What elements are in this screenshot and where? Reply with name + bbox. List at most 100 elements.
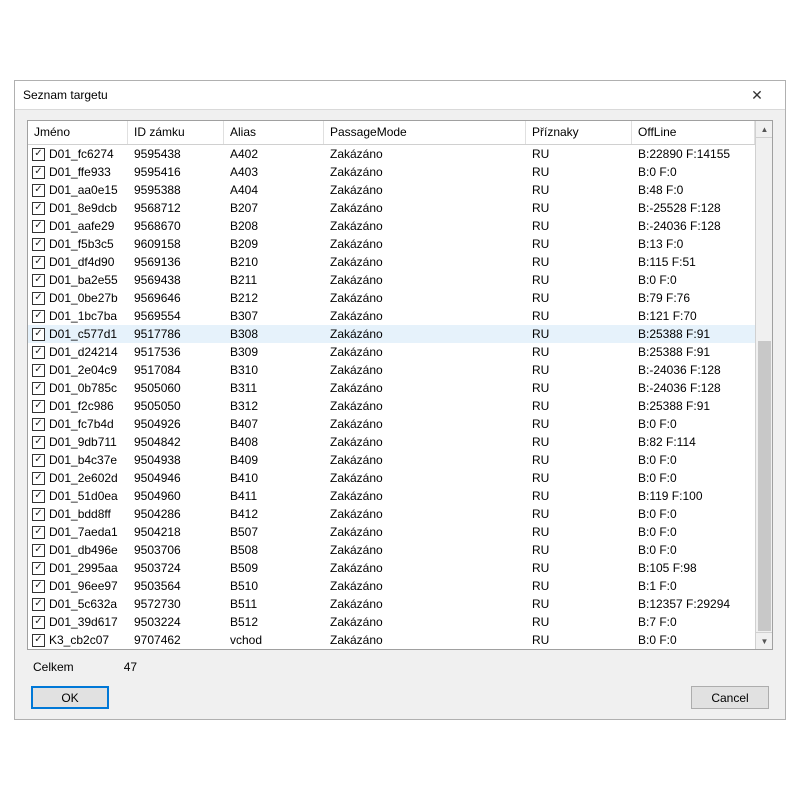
table-row[interactable]: D01_d242149517536B309ZakázánoRUB:25388 F… [28, 343, 755, 361]
row-checkbox[interactable] [32, 274, 45, 287]
table-row[interactable]: D01_51d0ea9504960B411ZakázánoRUB:119 F:1… [28, 487, 755, 505]
row-checkbox[interactable] [32, 202, 45, 215]
col-header-flags[interactable]: Příznaky [526, 121, 632, 144]
vertical-scrollbar[interactable]: ▲ ▼ [755, 121, 772, 649]
table-row[interactable]: D01_b4c37e9504938B409ZakázánoRUB:0 F:0 [28, 451, 755, 469]
col-header-offline[interactable]: OffLine [632, 121, 755, 144]
col-header-passage[interactable]: PassageMode [324, 121, 526, 144]
col-header-alias[interactable]: Alias [224, 121, 324, 144]
row-checkbox[interactable] [32, 580, 45, 593]
row-checkbox[interactable] [32, 166, 45, 179]
row-checkbox[interactable] [32, 148, 45, 161]
ok-button[interactable]: OK [31, 686, 109, 709]
col-header-lockid[interactable]: ID zámku [128, 121, 224, 144]
cell-name: D01_2e04c9 [28, 361, 128, 379]
cell-name: D01_b4c37e [28, 451, 128, 469]
cell-offline: B:22890 F:14155 [632, 145, 755, 163]
table-row[interactable]: D01_aa0e159595388A404ZakázánoRUB:48 F:0 [28, 181, 755, 199]
table-row[interactable]: D01_7aeda19504218B507ZakázánoRUB:0 F:0 [28, 523, 755, 541]
row-checkbox[interactable] [32, 382, 45, 395]
table-row[interactable]: D01_2995aa9503724B509ZakázánoRUB:105 F:9… [28, 559, 755, 577]
cell-alias: B508 [224, 541, 324, 559]
cell-offline: B:25388 F:91 [632, 343, 755, 361]
table-row[interactable]: D01_c577d19517786B308ZakázánoRUB:25388 F… [28, 325, 755, 343]
cell-lockid: 9504286 [128, 505, 224, 523]
row-checkbox[interactable] [32, 238, 45, 251]
table-row[interactable]: D01_2e602d9504946B410ZakázánoRUB:0 F:0 [28, 469, 755, 487]
row-checkbox[interactable] [32, 490, 45, 503]
row-checkbox[interactable] [32, 184, 45, 197]
scroll-down-button[interactable]: ▼ [756, 632, 773, 649]
row-checkbox[interactable] [32, 544, 45, 557]
cell-alias: B408 [224, 433, 324, 451]
row-checkbox[interactable] [32, 454, 45, 467]
row-checkbox[interactable] [32, 328, 45, 341]
row-checkbox[interactable] [32, 418, 45, 431]
listview-header[interactable]: Jméno ID zámku Alias PassageMode Příznak… [28, 121, 755, 145]
cell-alias: B212 [224, 289, 324, 307]
row-checkbox[interactable] [32, 256, 45, 269]
table-row[interactable]: D01_5c632a9572730B511ZakázánoRUB:12357 F… [28, 595, 755, 613]
cell-passage: Zakázáno [324, 181, 526, 199]
cell-offline: B:79 F:76 [632, 289, 755, 307]
cell-flags: RU [526, 559, 632, 577]
table-row[interactable]: D01_9db7119504842B408ZakázánoRUB:82 F:11… [28, 433, 755, 451]
table-row[interactable]: D01_df4d909569136B210ZakázánoRUB:115 F:5… [28, 253, 755, 271]
cell-passage: Zakázáno [324, 379, 526, 397]
table-row[interactable]: D01_0be27b9569646B212ZakázánoRUB:79 F:76 [28, 289, 755, 307]
cancel-button-label: Cancel [711, 691, 748, 705]
col-header-name[interactable]: Jméno [28, 121, 128, 144]
table-row[interactable]: D01_8e9dcb9568712B207ZakázánoRUB:-25528 … [28, 199, 755, 217]
row-checkbox[interactable] [32, 364, 45, 377]
cell-passage: Zakázáno [324, 145, 526, 163]
cell-offline: B:0 F:0 [632, 505, 755, 523]
row-name-label: D01_39d617 [49, 614, 118, 630]
row-checkbox[interactable] [32, 634, 45, 647]
table-row[interactable]: K3_cb2c079707462vchodZakázánoRUB:0 F:0 [28, 631, 755, 649]
cell-passage: Zakázáno [324, 505, 526, 523]
table-row[interactable]: D01_f2c9869505050B312ZakázánoRUB:25388 F… [28, 397, 755, 415]
table-row[interactable]: D01_f5b3c59609158B209ZakázánoRUB:13 F:0 [28, 235, 755, 253]
table-row[interactable]: D01_db496e9503706B508ZakázánoRUB:0 F:0 [28, 541, 755, 559]
table-row[interactable]: D01_fc62749595438A402ZakázánoRUB:22890 F… [28, 145, 755, 163]
cell-name: K3_cb2c07 [28, 631, 128, 649]
close-button[interactable]: ✕ [737, 81, 777, 109]
table-row[interactable]: D01_39d6179503224B512ZakázánoRUB:7 F:0 [28, 613, 755, 631]
cell-passage: Zakázáno [324, 541, 526, 559]
row-checkbox[interactable] [32, 436, 45, 449]
cancel-button[interactable]: Cancel [691, 686, 769, 709]
table-row[interactable]: D01_ba2e559569438B211ZakázánoRUB:0 F:0 [28, 271, 755, 289]
row-checkbox[interactable] [32, 220, 45, 233]
row-checkbox[interactable] [32, 472, 45, 485]
table-row[interactable]: D01_bdd8ff9504286B412ZakázánoRUB:0 F:0 [28, 505, 755, 523]
cell-flags: RU [526, 253, 632, 271]
cell-offline: B:13 F:0 [632, 235, 755, 253]
row-checkbox[interactable] [32, 346, 45, 359]
table-row[interactable]: D01_fc7b4d9504926B407ZakázánoRUB:0 F:0 [28, 415, 755, 433]
row-checkbox[interactable] [32, 562, 45, 575]
cell-lockid: 9609158 [128, 235, 224, 253]
cell-flags: RU [526, 613, 632, 631]
scroll-thumb[interactable] [758, 341, 771, 631]
row-checkbox[interactable] [32, 508, 45, 521]
row-checkbox[interactable] [32, 292, 45, 305]
row-checkbox[interactable] [32, 598, 45, 611]
row-name-label: D01_2e602d [49, 470, 118, 486]
row-checkbox[interactable] [32, 310, 45, 323]
row-checkbox[interactable] [32, 616, 45, 629]
table-row[interactable]: D01_ffe9339595416A403ZakázánoRUB:0 F:0 [28, 163, 755, 181]
table-row[interactable]: D01_0b785c9505060B311ZakázánoRUB:-24036 … [28, 379, 755, 397]
table-row[interactable]: D01_96ee979503564B510ZakázánoRUB:1 F:0 [28, 577, 755, 595]
cell-passage: Zakázáno [324, 307, 526, 325]
listview[interactable]: Jméno ID zámku Alias PassageMode Příznak… [28, 121, 755, 649]
table-row[interactable]: D01_aafe299568670B208ZakázánoRUB:-24036 … [28, 217, 755, 235]
row-name-label: D01_96ee97 [49, 578, 118, 594]
row-checkbox[interactable] [32, 526, 45, 539]
cell-lockid: 9504926 [128, 415, 224, 433]
cell-offline: B:-24036 F:128 [632, 217, 755, 235]
cell-lockid: 9568712 [128, 199, 224, 217]
table-row[interactable]: D01_2e04c99517084B310ZakázánoRUB:-24036 … [28, 361, 755, 379]
table-row[interactable]: D01_1bc7ba9569554B307ZakázánoRUB:121 F:7… [28, 307, 755, 325]
scroll-up-button[interactable]: ▲ [756, 121, 773, 138]
row-checkbox[interactable] [32, 400, 45, 413]
